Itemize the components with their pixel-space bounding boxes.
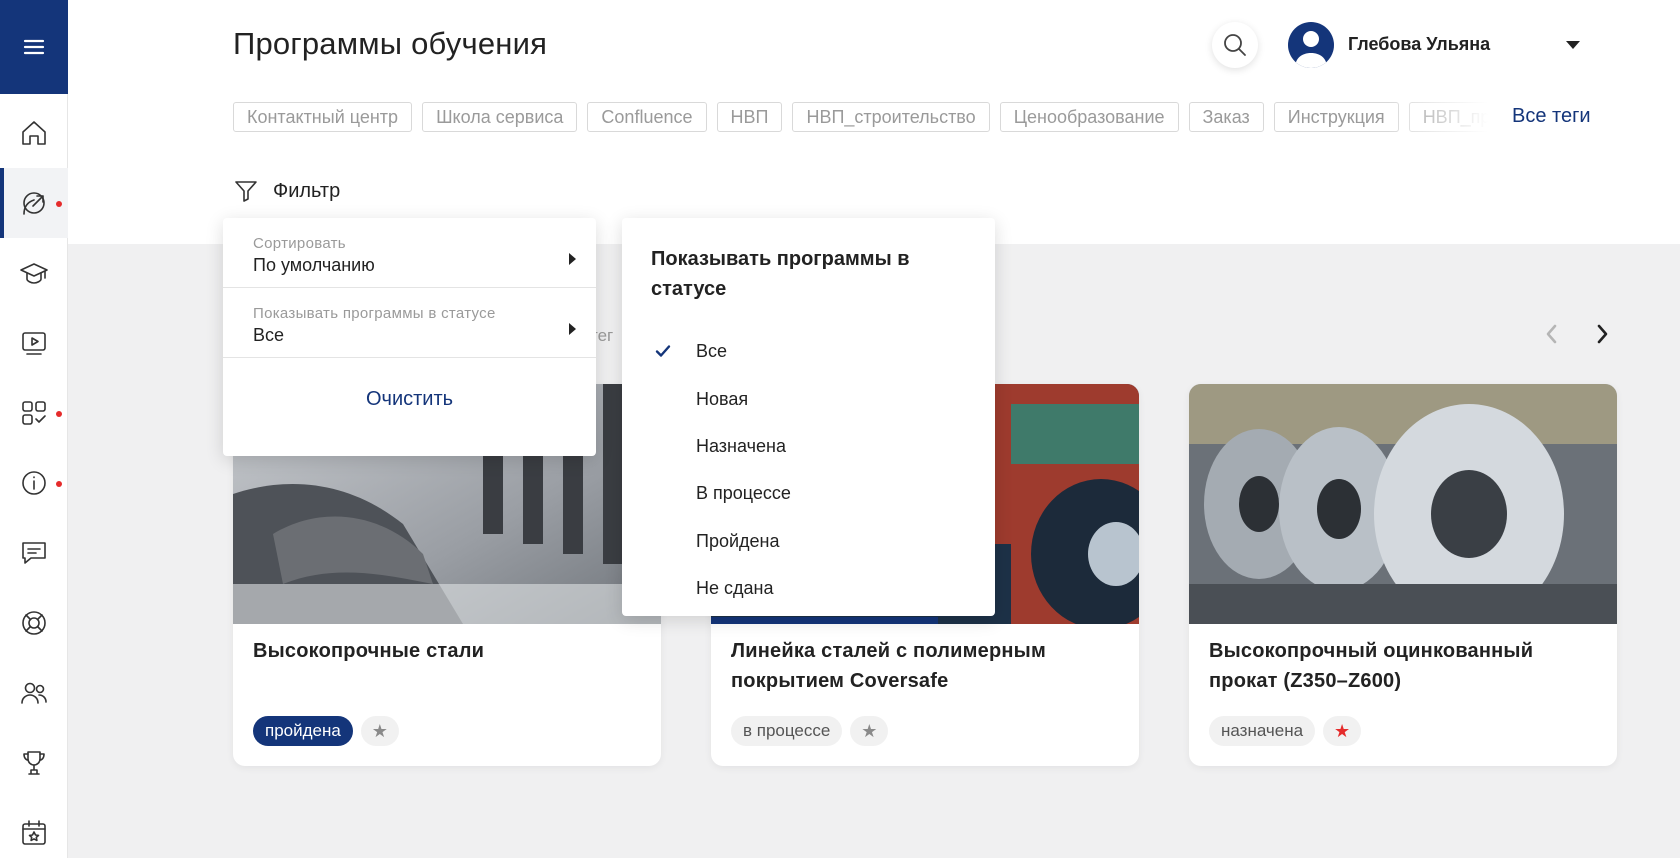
search-button[interactable] <box>1212 22 1258 68</box>
tag-chip[interactable]: НВП <box>716 102 783 132</box>
status-list: Все Новая Назначена В процессе Пройдена … <box>622 328 995 612</box>
notification-dot <box>56 481 62 487</box>
favorite-star-icon[interactable]: ★ <box>1323 716 1362 746</box>
tag-chip[interactable]: Заказ <box>1188 102 1264 132</box>
status-item-all[interactable]: Все <box>622 328 995 375</box>
status-caption: Показывать программы в статусе <box>253 305 496 322</box>
home-icon <box>22 121 46 145</box>
nav-info[interactable] <box>0 448 68 518</box>
nav-support[interactable] <box>0 588 68 658</box>
tag-chip[interactable]: НВП_пр <box>1408 102 1488 132</box>
status-item-label: В процессе <box>696 483 791 504</box>
nav-messages[interactable] <box>0 518 68 588</box>
avatar[interactable] <box>1288 22 1334 68</box>
sidebar <box>0 0 68 858</box>
graduation-cap-icon <box>20 263 48 284</box>
menu-button[interactable] <box>0 0 68 94</box>
lifebuoy-icon <box>22 611 46 635</box>
chevron-down-icon[interactable] <box>1566 41 1580 49</box>
status-item-assigned[interactable]: Назначена <box>622 423 995 470</box>
tag-list: Контактный центр Школа сервиса Confluenc… <box>233 102 1488 134</box>
user-icon <box>1295 31 1327 68</box>
tag-chip[interactable]: Контактный центр <box>233 102 413 132</box>
video-icon <box>22 332 46 355</box>
tag-chip[interactable]: Ценообразование <box>999 102 1179 132</box>
hamburger-icon <box>23 39 45 55</box>
sort-option[interactable]: Сортировать По умолчанию <box>223 218 596 288</box>
nav-video[interactable] <box>0 308 68 378</box>
status-submenu-title: Показывать программы в статусе <box>651 248 910 300</box>
sort-value: По умолчанию <box>253 255 375 275</box>
tasks-icon <box>22 401 46 425</box>
card-title: Линейка сталей с полимерным покрытием Co… <box>731 640 1046 692</box>
status-badge: пройдена <box>253 716 353 746</box>
user-name[interactable]: Глебова Ульяна <box>1348 34 1490 55</box>
card-title: Высокопрочный оцинкованный прокат (Z350–… <box>1209 640 1534 692</box>
header: Программы обучения Глебова Ульяна Контак… <box>68 0 1680 244</box>
check-icon <box>655 343 671 359</box>
chat-icon <box>22 542 46 564</box>
nav-team[interactable] <box>0 658 68 728</box>
nav-achievements[interactable] <box>0 728 68 798</box>
favorite-star-icon[interactable]: ★ <box>360 716 399 746</box>
status-item-in-progress[interactable]: В процессе <box>622 470 995 517</box>
status-item-label: Не сдана <box>696 578 774 599</box>
trajectory-icon <box>23 192 45 215</box>
tag-chip[interactable]: НВП_строительство <box>792 102 990 132</box>
status-item-label: Назначена <box>696 435 786 456</box>
progress-bar <box>711 617 938 624</box>
notification-dot <box>56 201 62 207</box>
tag-chip[interactable]: Confluence <box>587 102 707 132</box>
status-option[interactable]: Показывать программы в статусе Все <box>223 288 596 358</box>
calendar-star-icon <box>22 820 46 845</box>
notification-dot <box>56 411 62 417</box>
users-icon <box>21 682 47 704</box>
status-badge: назначена <box>1209 716 1316 746</box>
card-image <box>1189 384 1617 624</box>
chevron-right-icon <box>1597 324 1608 344</box>
nav-calendar[interactable] <box>0 798 68 858</box>
nav-tasks[interactable] <box>0 378 68 448</box>
clear-button[interactable]: Очистить <box>223 388 596 411</box>
favorite-star-icon[interactable]: ★ <box>850 716 889 746</box>
tag-chip[interactable]: Школа сервиса <box>422 102 578 132</box>
page-title: Программы обучения <box>233 26 548 61</box>
status-item-label: Пройдена <box>696 530 780 551</box>
status-item-label: Новая <box>696 388 749 409</box>
carousel-prev[interactable] <box>1540 320 1564 348</box>
chevron-left-icon <box>1546 324 1557 344</box>
search-icon <box>1224 34 1246 56</box>
nav-home[interactable] <box>0 98 68 168</box>
caret-right-icon <box>569 323 576 335</box>
info-icon <box>22 471 46 495</box>
card-title: Высокопрочные стали <box>253 640 485 662</box>
tag-chip[interactable]: Инструкция <box>1273 102 1399 132</box>
status-item-failed[interactable]: Не сдана <box>622 565 995 612</box>
status-submenu: Показывать программы в статусе Все Новая… <box>622 218 995 616</box>
status-item-new[interactable]: Новая <box>622 375 995 422</box>
trophy-icon <box>23 751 45 775</box>
filter-icon <box>235 181 257 202</box>
nav-courses[interactable] <box>0 238 68 308</box>
status-value: Все <box>253 325 285 345</box>
filter-toggle[interactable]: Фильтр <box>233 178 340 204</box>
filter-dropdown: Сортировать По умолчанию Показывать прог… <box>223 218 596 456</box>
status-badge: в процессе <box>731 716 843 746</box>
sort-caption: Сортировать <box>253 235 346 252</box>
status-item-passed[interactable]: Пройдена <box>622 518 995 565</box>
carousel-next[interactable] <box>1590 320 1614 348</box>
all-tags-link[interactable]: Все теги <box>1512 105 1591 128</box>
nav-programs[interactable] <box>0 168 68 238</box>
filter-label: Фильтр <box>273 179 341 202</box>
program-card[interactable]: Высокопрочный оцинкованный прокат (Z350–… <box>1189 384 1617 766</box>
status-item-label: Все <box>696 341 728 362</box>
caret-right-icon <box>569 253 576 265</box>
